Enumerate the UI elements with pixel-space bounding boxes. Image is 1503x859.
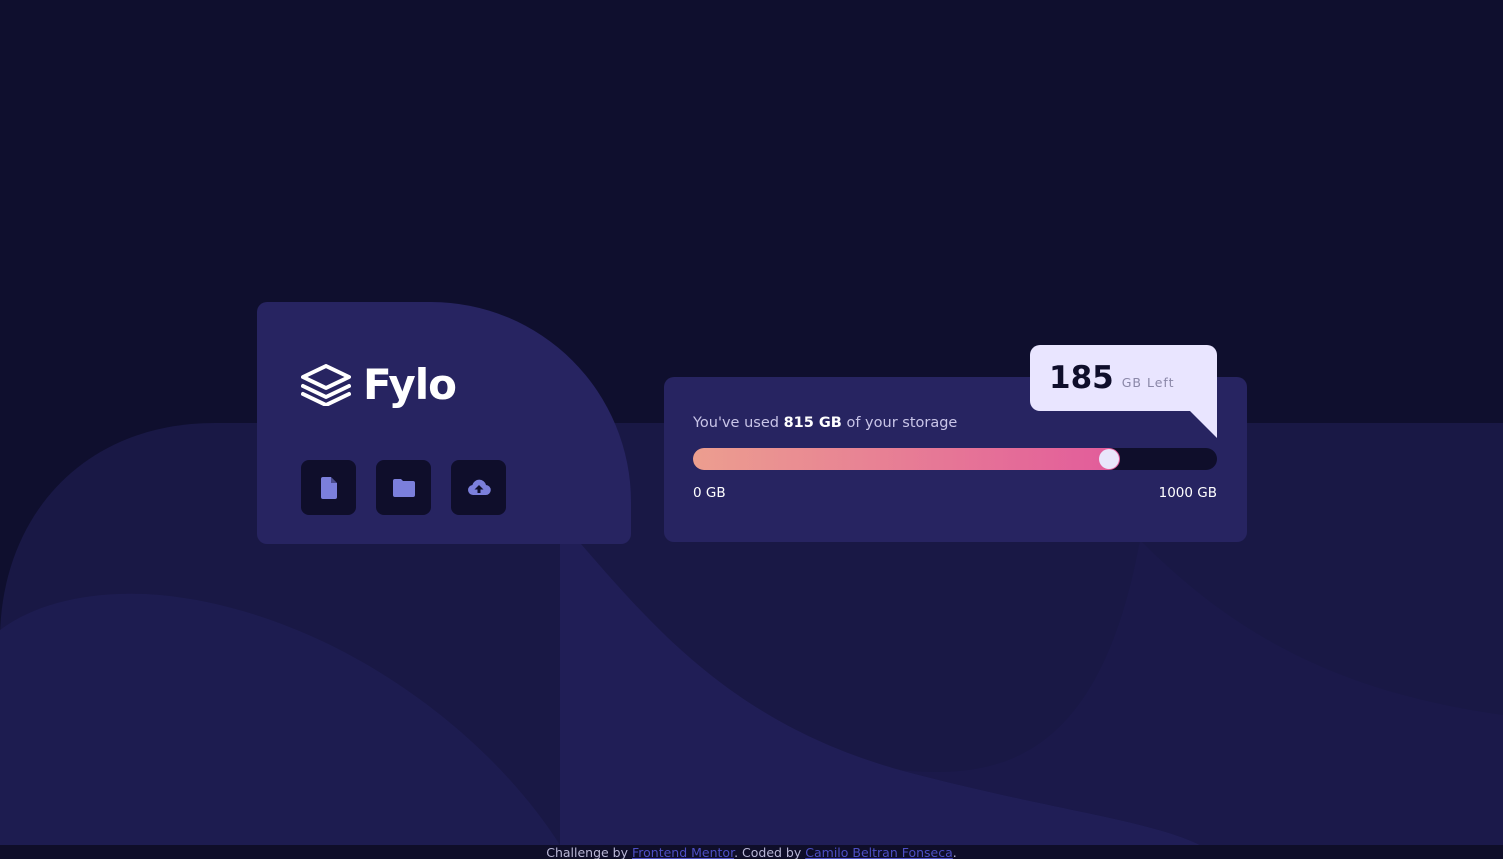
cloud-upload-icon <box>467 479 491 495</box>
document-button[interactable] <box>301 460 356 515</box>
author-link[interactable]: Camilo Beltran Fonseca <box>805 845 953 859</box>
storage-progress-fill <box>693 448 1121 470</box>
storage-progress-bar <box>693 448 1217 470</box>
folder-button[interactable] <box>376 460 431 515</box>
scale-max-label: 1000 GB <box>1158 485 1217 501</box>
remaining-callout: 185 GB Left <box>1030 345 1217 411</box>
used-amount: 815 GB <box>783 415 842 431</box>
callout-tail <box>1189 410 1217 438</box>
frontend-mentor-link[interactable]: Frontend Mentor <box>632 845 734 859</box>
progress-knob <box>1099 449 1120 469</box>
folder-icon <box>392 478 415 497</box>
layers-logo-icon <box>301 364 351 406</box>
document-icon <box>320 476 337 499</box>
upload-button[interactable] <box>451 460 506 515</box>
attribution-footer: Challenge by Frontend Mentor. Coded by C… <box>0 845 1503 859</box>
file-actions <box>301 460 506 515</box>
fylo-logo: Fylo <box>301 360 457 409</box>
brand-name: Fylo <box>363 360 457 409</box>
usage-summary: You've used 815 GB of your storage <box>693 415 958 431</box>
scale-min-label: 0 GB <box>693 485 726 501</box>
remaining-amount: 185 <box>1049 360 1114 396</box>
remaining-unit: GB Left <box>1121 374 1175 390</box>
